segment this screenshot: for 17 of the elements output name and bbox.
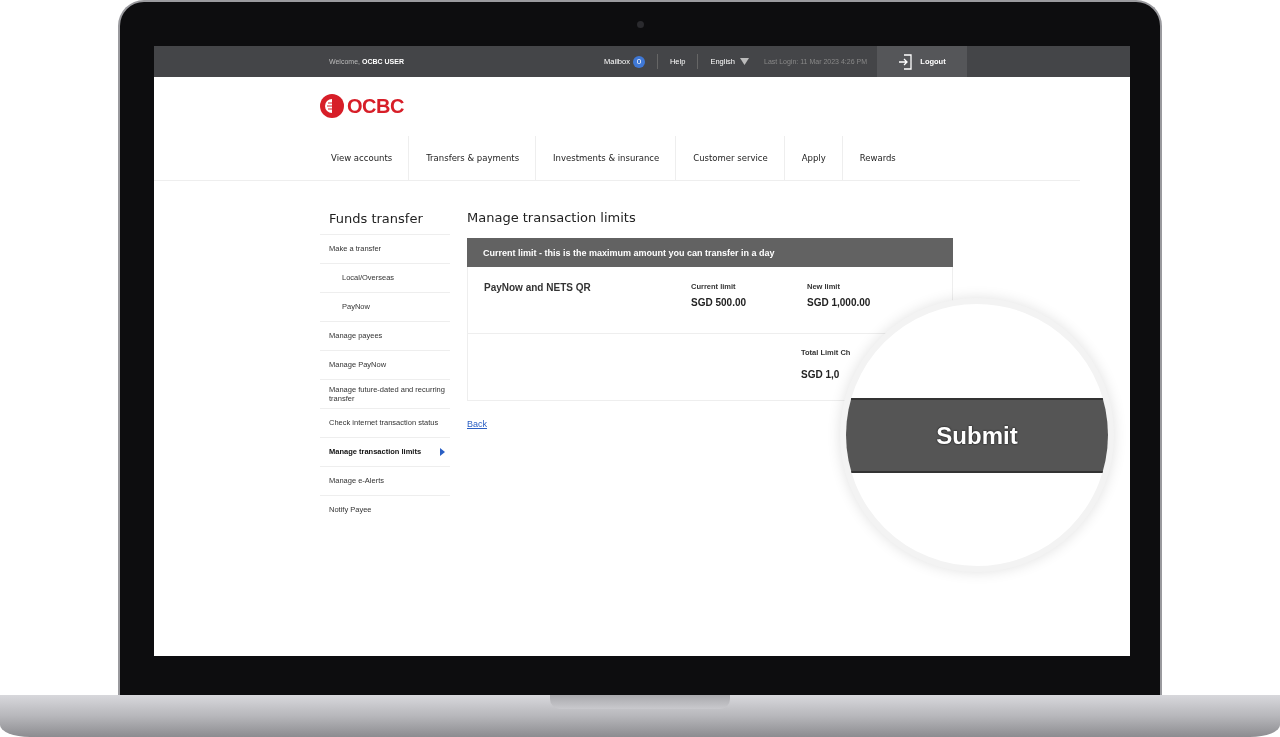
nav-tab[interactable]: Rewards <box>842 136 912 180</box>
page-title: Manage transaction limits <box>467 210 637 225</box>
total-limit-value: SGD 1,0 <box>801 369 841 380</box>
logout-icon <box>898 53 913 70</box>
submit-button[interactable]: Submit <box>846 398 1108 473</box>
caret-icon <box>740 58 749 65</box>
camera-icon <box>637 21 644 28</box>
logo-text: OCBC <box>347 94 404 118</box>
new-limit-value: SGD 1,000.00 <box>807 297 872 308</box>
sidebar-title: Funds transfer <box>328 211 424 228</box>
limit-name: PayNow and NETS QR <box>484 282 592 295</box>
logo-icon <box>320 94 344 118</box>
back-link[interactable]: Back <box>467 419 487 429</box>
card-header: Current limit - this is the maximum amount you can transfer in a day <box>467 238 953 267</box>
arrow-icon <box>440 448 445 456</box>
mailbox-count-badge: 0 <box>632 55 645 68</box>
current-limit-value: SGD 500.00 <box>691 297 748 308</box>
